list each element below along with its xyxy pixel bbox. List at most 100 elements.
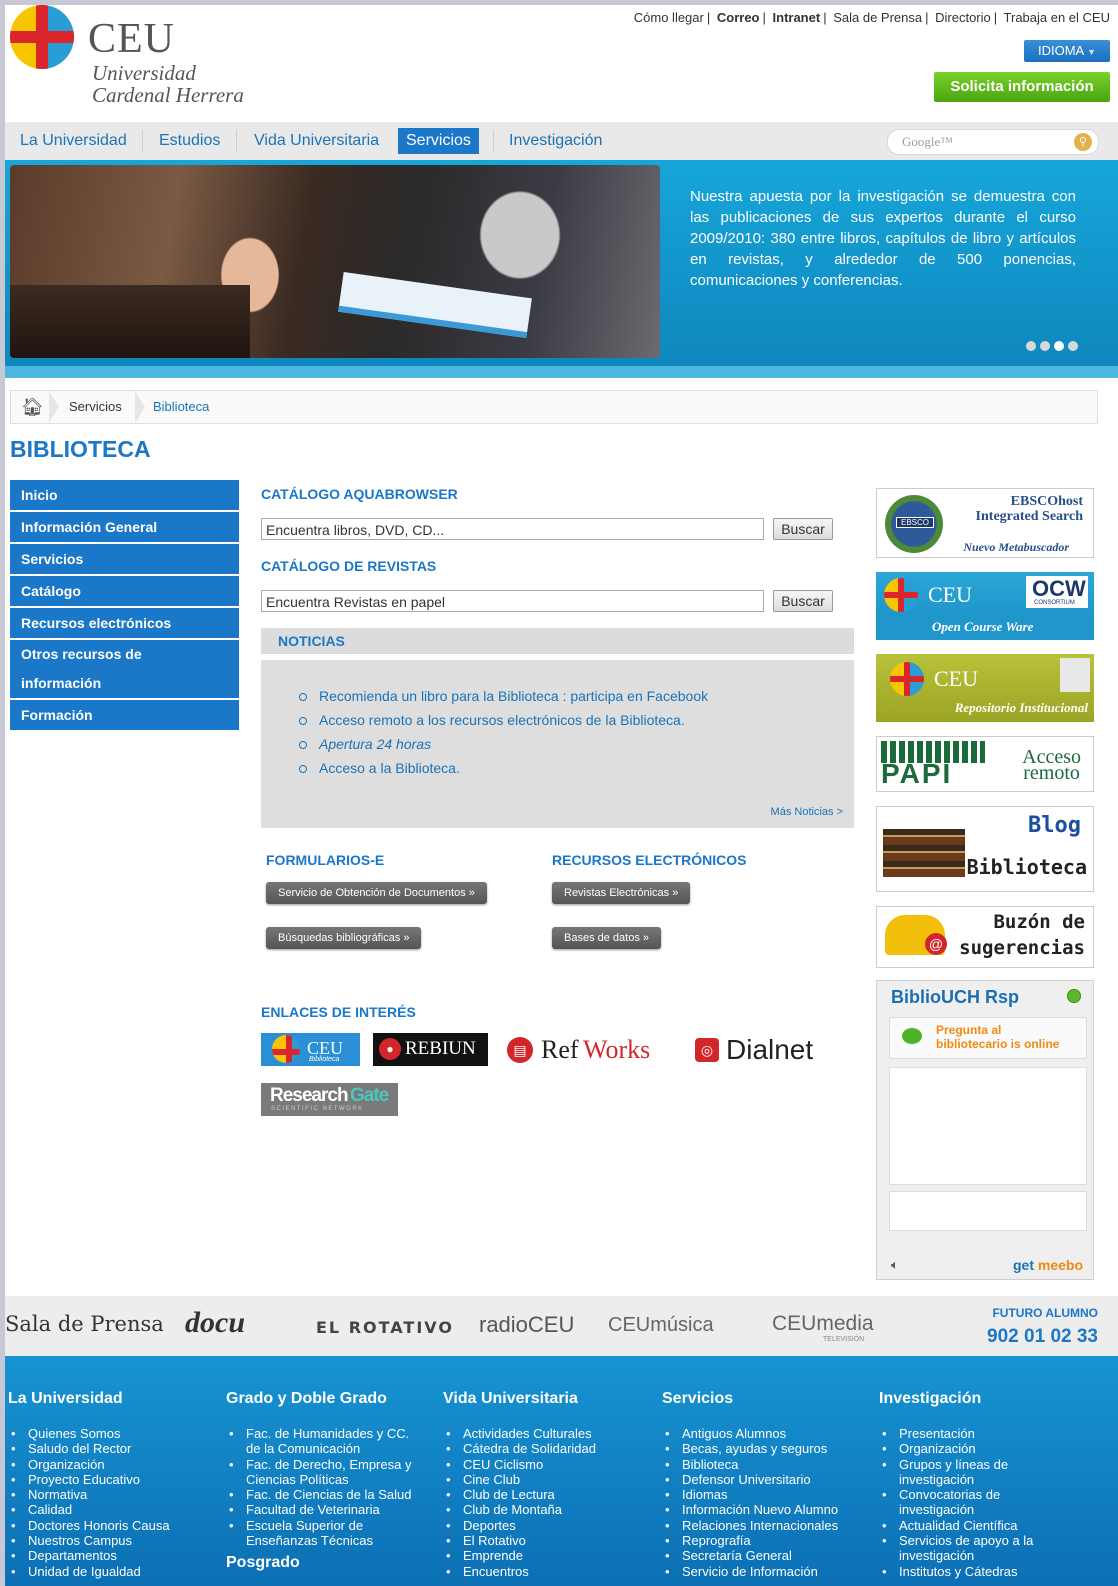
ceu-logo[interactable]: CEU Universidad Cardenal Herrera (10, 5, 250, 107)
footer-link[interactable]: Actividades Culturales (446, 1426, 596, 1442)
revistas-search-button[interactable]: Buscar (773, 590, 833, 612)
sidebar-item-informacion-general[interactable]: Información General (10, 512, 239, 542)
footer-link[interactable]: Proyecto Educativo (11, 1472, 170, 1488)
news-link[interactable]: Acceso a la Biblioteca. (319, 760, 460, 776)
footer-link[interactable]: Servicio de Información (665, 1564, 838, 1580)
chat-message-input[interactable] (889, 1191, 1087, 1231)
news-item[interactable]: Acceso remoto a los recursos electrónico… (299, 712, 708, 728)
ceu-repositorio-banner[interactable]: CEU Repositorio Institucional (876, 654, 1094, 722)
brand-sala-prensa[interactable]: Sala de Prensa (5, 1312, 164, 1336)
nav-estudios[interactable]: Estudios (151, 128, 228, 154)
footer-link[interactable]: Grupos y líneas de investigación (882, 1457, 1049, 1488)
busquedas-button[interactable]: Búsquedas bibliográficas » (266, 927, 422, 949)
footer-link[interactable]: Deportes (446, 1518, 596, 1534)
chat-messages-area[interactable] (889, 1067, 1087, 1185)
brand-docu[interactable]: docu (185, 1306, 245, 1340)
slider-dot[interactable] (1068, 341, 1078, 351)
footer-link[interactable]: Biblioteca (665, 1457, 838, 1473)
breadcrumb-biblioteca[interactable]: Biblioteca (153, 399, 209, 414)
nav-servicios[interactable]: Servicios (398, 128, 479, 154)
top-link-directorio[interactable]: Directorio (935, 10, 991, 25)
footer-link[interactable]: Saludo del Rector (11, 1441, 170, 1457)
footer-link[interactable]: Secretaría General (665, 1548, 838, 1564)
google-search-input[interactable]: Google™ ⚲ (887, 129, 1099, 155)
footer-link[interactable]: Reprografía (665, 1533, 838, 1549)
sidebar-item-formacion[interactable]: Formación (10, 700, 239, 730)
footer-link[interactable]: Presentación (882, 1426, 1049, 1442)
news-link[interactable]: Apertura 24 horas (319, 736, 431, 752)
footer-link[interactable]: Convocatorias de investigación (882, 1487, 1049, 1518)
footer-link[interactable]: Fac. de Humanidades y CC. de la Comunica… (229, 1426, 426, 1457)
footer-link[interactable]: Doctores Honoris Causa (11, 1518, 170, 1534)
footer-link[interactable]: Cine Club (446, 1472, 596, 1488)
revistas-electronicas-button[interactable]: Revistas Electrónicas » (552, 882, 691, 904)
hero-photo[interactable] (10, 165, 660, 358)
phone-number[interactable]: 902 01 02 33 (987, 1326, 1098, 1348)
blog-biblioteca-banner[interactable]: Blog Biblioteca (876, 806, 1094, 892)
top-link-trabaja[interactable]: Trabaja en el CEU (1004, 10, 1110, 25)
footer-link[interactable]: Organización (11, 1457, 170, 1473)
footer-link[interactable]: Organización (882, 1441, 1049, 1457)
buzon-sugerencias-banner[interactable]: @ Buzón de sugerencias (876, 906, 1094, 968)
footer-link[interactable]: Fac. de Ciencias de la Salud (229, 1487, 426, 1503)
rebiun-logo[interactable]: ● REBIUN (373, 1033, 488, 1066)
sidebar-item-inicio[interactable]: Inicio (10, 480, 239, 510)
home-icon[interactable]: 🏠︎ (21, 397, 44, 418)
slider-dot[interactable] (1026, 341, 1036, 351)
sidebar-item-catalogo[interactable]: Catálogo (10, 576, 239, 606)
breadcrumb-servicios[interactable]: Servicios (69, 399, 122, 414)
footer-link[interactable]: Actualidad Científica (882, 1518, 1049, 1534)
dialnet-logo[interactable]: ◎ Dialnet (694, 1033, 829, 1066)
news-item[interactable]: Recomienda un libro para la Biblioteca :… (299, 688, 708, 704)
catalogo-search-input[interactable]: Encuentra libros, DVD, CD... (261, 518, 764, 540)
more-news-link[interactable]: Más Noticias > (771, 806, 843, 818)
footer-link[interactable]: CEU Ciclismo (446, 1457, 596, 1473)
footer-link[interactable]: Club de Montaña (446, 1502, 596, 1518)
footer-link[interactable]: Facultad de Veterinaria (229, 1502, 426, 1518)
footer-link[interactable]: Idiomas (665, 1487, 838, 1503)
footer-link[interactable]: Cátedra de Solidaridad (446, 1441, 596, 1457)
footer-link[interactable]: Quienes Somos (11, 1426, 170, 1442)
footer-link[interactable]: El Rotativo (446, 1533, 596, 1549)
footer-link[interactable]: Antiguos Alumnos (665, 1426, 838, 1442)
news-item[interactable]: Apertura 24 horas (299, 736, 708, 752)
catalogo-search-button[interactable]: Buscar (773, 518, 833, 540)
footer-link[interactable]: Servicios de apoyo a la investigación (882, 1533, 1049, 1564)
top-link-intranet[interactable]: Intranet (773, 10, 821, 25)
news-link[interactable]: Acceso remoto a los recursos electrónico… (319, 712, 685, 728)
nav-investigacion[interactable]: Investigación (501, 128, 610, 154)
footer-link[interactable]: Defensor Universitario (665, 1472, 838, 1488)
top-link-sala-prensa[interactable]: Sala de Prensa (833, 10, 922, 25)
nav-vida-universitaria[interactable]: Vida Universitaria (246, 128, 387, 154)
search-icon[interactable]: ⚲ (1074, 133, 1092, 151)
top-link-correo[interactable]: Correo (717, 10, 760, 25)
brand-radioceu[interactable]: radioCEU (479, 1312, 574, 1338)
sidebar-item-otros-recursos[interactable]: Otros recursos de información (10, 640, 239, 698)
bases-datos-button[interactable]: Bases de datos » (552, 927, 662, 949)
footer-link[interactable]: Relaciones Internacionales (665, 1518, 838, 1534)
get-meebo-link[interactable]: get meebo (1013, 1257, 1083, 1273)
brand-ceumedia[interactable]: CEUmedia (772, 1312, 874, 1336)
language-dropdown[interactable]: IDIOMA ▼ (1024, 40, 1110, 62)
footer-link[interactable]: Nuestros Campus (11, 1533, 170, 1549)
footer-link[interactable]: Emprende (446, 1548, 596, 1564)
footer-link[interactable]: Calidad (11, 1502, 170, 1518)
request-info-button[interactable]: Solicita información (934, 72, 1110, 102)
footer-link[interactable]: Unidad de Igualdad (11, 1564, 170, 1580)
slider-dot[interactable] (1040, 341, 1050, 351)
footer-link[interactable]: Encuentros (446, 1564, 596, 1580)
footer-link[interactable]: Normativa (11, 1487, 170, 1503)
footer-link[interactable]: Institutos y Cátedras (882, 1564, 1049, 1580)
footer-link[interactable]: Club de Lectura (446, 1487, 596, 1503)
brand-ceumusica[interactable]: CEUmúsica (608, 1314, 714, 1337)
footer-link[interactable]: Becas, ayudas y seguros (665, 1441, 838, 1457)
sidebar-item-recursos-electronicos[interactable]: Recursos electrónicos (10, 608, 239, 638)
sidebar-item-servicios[interactable]: Servicios (10, 544, 239, 574)
ceu-ocw-banner[interactable]: CEU OCW CONSORTIUM Open Course Ware (876, 572, 1094, 640)
revistas-search-input[interactable]: Encuentra Revistas en papel (261, 590, 764, 612)
papi-acceso-banner[interactable]: PAPI Acceso remoto (876, 736, 1094, 792)
refworks-logo[interactable]: ▤ Ref Works (505, 1033, 680, 1066)
sound-icon[interactable]: 🔈︎ (891, 1257, 899, 1273)
ebscohost-banner[interactable]: EBSCO EBSCOhost Integrated Search Nuevo … (876, 488, 1094, 558)
footer-link[interactable]: Departamentos (11, 1548, 170, 1564)
